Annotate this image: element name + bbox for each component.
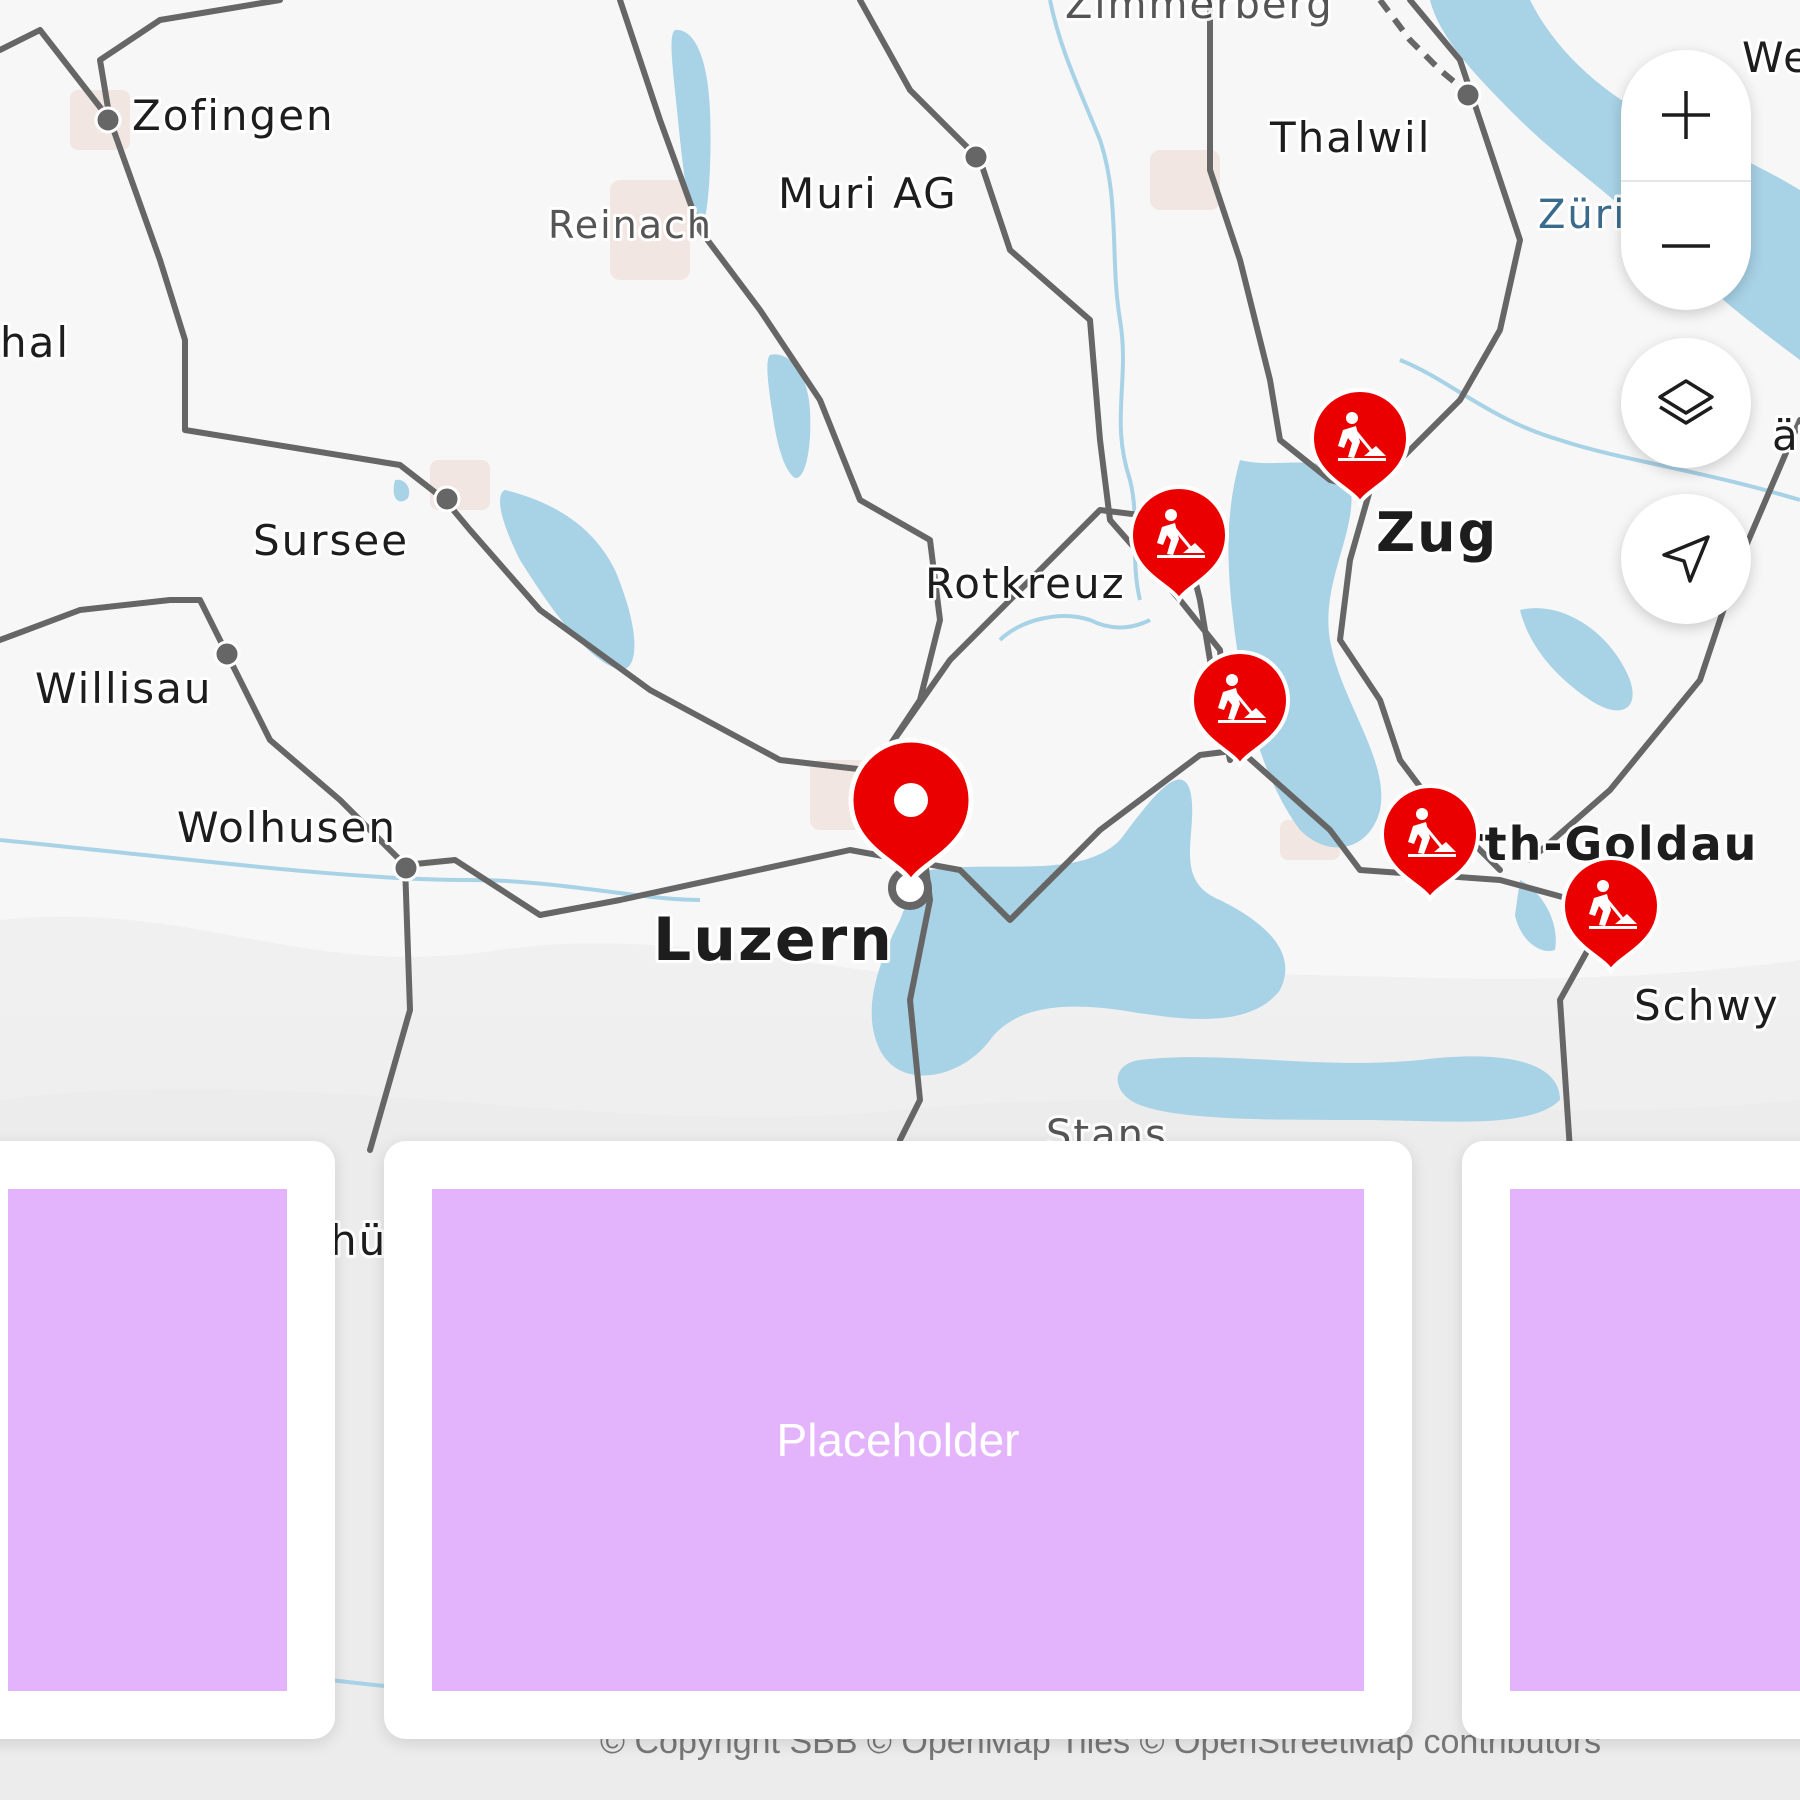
carousel-card-next[interactable] <box>1462 1141 1800 1739</box>
minus-icon <box>1662 244 1710 248</box>
place-label-zug: Zug <box>1376 501 1498 564</box>
disruption-marker[interactable] <box>1128 485 1230 605</box>
carousel-card-previous[interactable] <box>0 1141 335 1739</box>
zoom-controls <box>1621 50 1751 310</box>
place-label-rotkreuz: Rotkreuz <box>925 559 1126 608</box>
disruption-marker[interactable] <box>1560 856 1662 976</box>
layers-icon <box>1658 379 1714 425</box>
place-label-schwyz: Schwy <box>1634 981 1780 1030</box>
carousel-card-current[interactable]: Placeholder <box>384 1141 1412 1739</box>
place-label-thalwil: Thalwil <box>1269 113 1431 162</box>
place-label-schu: hü <box>330 1216 387 1265</box>
navigation-arrow-icon <box>1662 535 1710 583</box>
layers-button[interactable] <box>1621 338 1751 468</box>
place-label-luzern: Luzern <box>653 905 894 975</box>
place-label-muri: Muri AG <box>778 169 958 218</box>
zoom-out-button[interactable] <box>1621 180 1751 310</box>
selected-location-pin[interactable] <box>848 737 974 888</box>
placeholder-label: Placeholder <box>776 1414 1020 1466</box>
place-label-hal: hal <box>0 318 70 367</box>
place-label-reinach: Reinach <box>548 203 713 247</box>
place-label-willisau: Willisau <box>35 664 213 713</box>
place-label-sursee: Sursee <box>253 516 409 565</box>
place-label-aff: äff <box>1772 411 1800 460</box>
disruption-marker[interactable] <box>1379 784 1481 904</box>
location-pin-icon <box>894 783 928 817</box>
place-label-zimmerberg: Zimmerberg <box>1065 0 1334 28</box>
card-placeholder <box>8 1189 287 1691</box>
plus-icon <box>1662 91 1710 139</box>
place-label-zurich-lake: Züri <box>1538 192 1626 238</box>
zoom-in-button[interactable] <box>1621 50 1751 180</box>
locate-button[interactable] <box>1621 494 1751 624</box>
card-placeholder <box>1510 1189 1800 1691</box>
place-label-zofingen: Zofingen <box>132 91 335 140</box>
place-label-wolhusen: Wolhusen <box>177 803 397 852</box>
card-placeholder: Placeholder <box>432 1189 1364 1691</box>
